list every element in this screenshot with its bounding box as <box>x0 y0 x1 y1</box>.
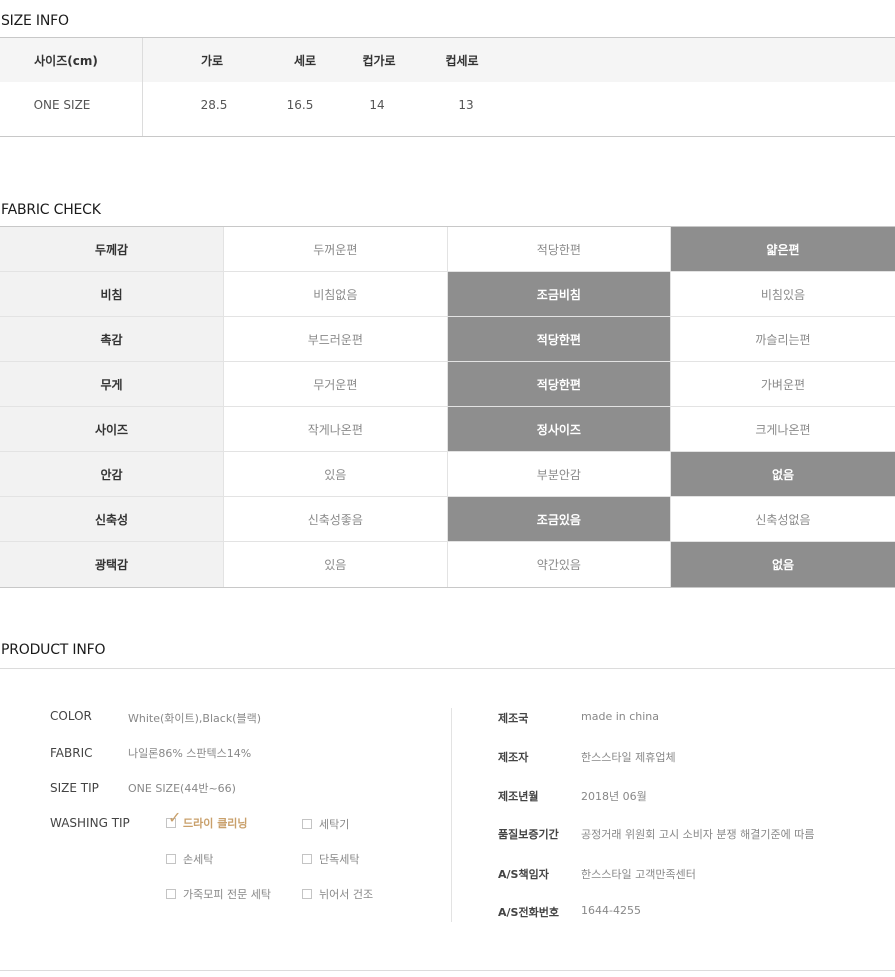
fabric-row-label: 무게 <box>0 362 224 406</box>
checkbox-icon: ✓ <box>166 810 181 828</box>
detail-label-warranty: 품질보증기간 <box>498 828 559 841</box>
checkbox-icon <box>302 854 312 864</box>
fabric-option-selected: 적당한편 <box>447 317 672 361</box>
fabric-option: 두꺼운편 <box>224 227 448 271</box>
fabric-row-label: 안감 <box>0 452 224 496</box>
checkbox-icon <box>166 889 176 899</box>
fabric-row: 촉감 부드러운편 적당한편 까슬리는편 <box>0 317 895 362</box>
size-table-header: 사이즈(cm) 가로 세로 컵가로 컵세로 <box>0 38 895 82</box>
washing-option-label: 가죽모피 전문 세탁 <box>183 888 271 901</box>
detail-label-country: 제조국 <box>498 712 529 725</box>
size-info-title: SIZE INFO <box>1 13 69 29</box>
checkbox-icon <box>302 889 312 899</box>
fabric-row-label: 비침 <box>0 272 224 316</box>
size-info-table: 사이즈(cm) 가로 세로 컵가로 컵세로 ONE SIZE 28.5 16.5… <box>0 37 895 137</box>
fabric-option: 약간있음 <box>448 542 672 587</box>
fabric-option: 부드러운편 <box>224 317 448 361</box>
fabric-row: 안감 있음 부분안감 없음 <box>0 452 895 497</box>
fabric-option: 부분안감 <box>448 452 672 496</box>
fabric-option-selected: 얇은편 <box>671 227 895 271</box>
fabric-row-label: 광택감 <box>0 542 224 587</box>
fabric-row-label: 사이즈 <box>0 407 224 451</box>
size-value-cup-height: 13 <box>458 98 474 112</box>
detail-value-country: made in china <box>581 710 660 723</box>
fabric-value: 나일론86% 스판텍스14% <box>128 747 252 760</box>
fabric-option: 작게나온편 <box>224 407 448 451</box>
detail-value-manufacturer: 한스스타일 제휴업체 <box>581 751 676 764</box>
fabric-row: 무게 무거운편 적당한편 가벼운편 <box>0 362 895 407</box>
fabric-option: 신축성없음 <box>755 512 811 527</box>
washing-option-leather-fur: 가죽모피 전문 세탁 <box>166 886 271 902</box>
product-info-bottom-divider <box>0 970 895 971</box>
washing-option-washer: 세탁기 <box>302 816 349 832</box>
washing-option-label: 손세탁 <box>183 853 214 866</box>
size-tip-value: ONE SIZE(44반~66) <box>128 782 236 795</box>
fabric-option: 까슬리는편 <box>755 332 811 347</box>
fabric-option-selected: 조금있음 <box>447 497 672 541</box>
detail-label-date: 제조년월 <box>498 790 539 803</box>
fabric-row: 광택감 있음 약간있음 없음 <box>0 542 895 587</box>
color-value: White(화이트),Black(블랙) <box>128 712 262 725</box>
fabric-row-label: 신축성 <box>0 497 224 541</box>
checkbox-icon <box>166 854 176 864</box>
detail-value-warranty: 공정거래 위원회 고시 소비자 분쟁 해결기준에 따름 <box>581 828 815 841</box>
fabric-option-selected: 적당한편 <box>447 362 672 406</box>
size-header-width: 가로 <box>200 54 224 68</box>
washing-option-hand-wash: 손세탁 <box>166 851 213 867</box>
washing-option-label: 세탁기 <box>319 818 350 831</box>
fabric-option: 신축성좋음 <box>224 497 448 541</box>
fabric-option: 있음 <box>224 452 448 496</box>
fabric-label: FABRIC <box>50 746 93 760</box>
checkmark-icon: ✓ <box>168 808 182 827</box>
product-info-column-divider <box>451 708 452 922</box>
size-tip-label: SIZE TIP <box>50 781 99 795</box>
fabric-row: 사이즈 작게나온편 정사이즈 크게나온편 <box>0 407 895 452</box>
fabric-option: 적당한편 <box>448 227 672 271</box>
fabric-option: 가벼운편 <box>760 377 806 392</box>
fabric-option: 비침있음 <box>760 287 806 302</box>
size-value-cup-width: 14 <box>369 98 385 112</box>
detail-value-date: 2018년 06월 <box>581 790 647 803</box>
size-header-height: 세로 <box>293 54 317 68</box>
checkbox-icon <box>302 819 312 829</box>
fabric-check-title: FABRIC CHECK <box>1 202 101 218</box>
washing-option-label: 뉘어서 건조 <box>319 888 374 901</box>
size-value-width: 28.5 <box>200 98 228 112</box>
detail-label-as-phone: A/S전화번호 <box>498 906 559 919</box>
washing-option-label: 드라이 클리닝 <box>183 817 248 830</box>
product-info-title: PRODUCT INFO <box>1 642 106 658</box>
washing-option-label: 단독세탁 <box>319 853 360 866</box>
fabric-row-label: 두께감 <box>0 227 224 271</box>
size-table-divider <box>142 38 143 136</box>
fabric-option-selected: 조금비침 <box>447 272 672 316</box>
fabric-option: 무거운편 <box>224 362 448 406</box>
size-header-cup-width: 컵가로 <box>362 54 396 68</box>
size-header-size: 사이즈(cm) <box>34 54 98 68</box>
washing-tip-label: WASHING TIP <box>50 816 130 830</box>
color-label: COLOR <box>50 709 92 723</box>
detail-label-manufacturer: 제조자 <box>498 751 529 764</box>
detail-value-as-manager: 한스스타일 고객만족센터 <box>581 868 696 881</box>
fabric-option-selected: 정사이즈 <box>447 407 672 451</box>
size-value-height: 16.5 <box>286 98 314 112</box>
fabric-row-label: 촉감 <box>0 317 224 361</box>
detail-value-as-phone: 1644-4255 <box>581 904 641 917</box>
fabric-row: 비침 비침없음 조금비침 비침있음 <box>0 272 895 317</box>
detail-label-as-manager: A/S책임자 <box>498 868 549 881</box>
fabric-option-selected: 없음 <box>671 542 895 587</box>
product-info-divider <box>0 668 895 669</box>
fabric-option: 크게나온편 <box>755 422 811 437</box>
washing-option-dry-flat: 뉘어서 건조 <box>302 886 373 902</box>
fabric-option: 있음 <box>224 542 448 587</box>
fabric-row: 두께감 두꺼운편 적당한편 얇은편 <box>0 227 895 272</box>
size-value-name: ONE SIZE <box>33 98 91 112</box>
size-header-cup-height: 컵세로 <box>445 54 479 68</box>
washing-option-dry-cleaning: ✓ 드라이 클리닝 <box>166 810 248 831</box>
fabric-check-table: 두께감 두꺼운편 적당한편 얇은편 비침 비침없음 조금비침 비침있음 촉감 부드러운편 적당한편 까… <box>0 226 895 588</box>
washing-option-separate-wash: 단독세탁 <box>302 851 359 867</box>
fabric-option-selected: 없음 <box>671 452 895 496</box>
fabric-row: 신축성 신축성좋음 조금있음 신축성없음 <box>0 497 895 542</box>
fabric-option: 비침없음 <box>224 272 448 316</box>
